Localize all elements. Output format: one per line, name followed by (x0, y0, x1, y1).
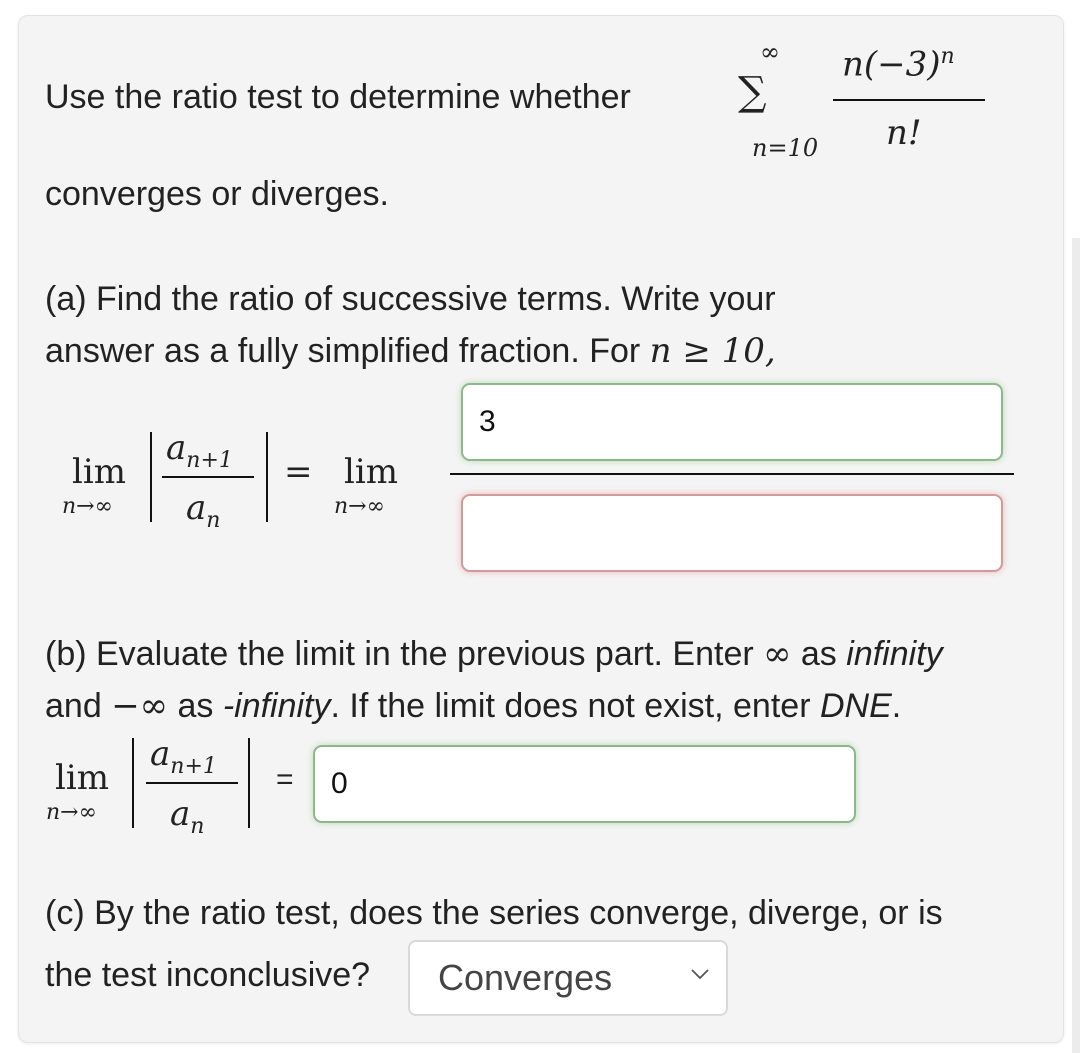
convergence-select-value: Converges (438, 957, 613, 998)
series-lower-limit: n=10 (752, 134, 818, 162)
part-b-abs-left (132, 738, 134, 828)
part-b-period: . (891, 687, 902, 725)
part-b-line2-mid: . If the limit does not exist, enter (330, 687, 820, 725)
part-a-abs-left (150, 432, 152, 522)
part-b-infinity-word: infinity (846, 635, 943, 673)
series-upper-limit: ∞ (760, 38, 780, 66)
part-b-line2: and −∞ as -infinity. If the limit does n… (45, 686, 901, 727)
part-b-line1: (b) Evaluate the limit in the previous p… (45, 634, 943, 675)
part-a-ratio-num-a: a (166, 428, 187, 468)
question-intro: Use the ratio test to determine whether (45, 78, 631, 116)
part-a-condition: n ≥ 10, (649, 331, 776, 371)
convergence-select[interactable]: Converges (408, 940, 728, 1016)
part-b-as2: as (168, 687, 223, 725)
series-fraction-bar (833, 99, 985, 101)
part-b-lim: lim (55, 758, 109, 798)
series-numerator: n(−3)n (842, 44, 955, 84)
part-b-ratio-num-sub: n+1 (170, 753, 217, 779)
part-a-ratio-num-sub: n+1 (186, 447, 233, 473)
part-a-lim2-sub: n→∞ (334, 494, 385, 519)
part-a-abs-right (266, 432, 268, 522)
series-numerator-base: n(−3) (842, 44, 941, 85)
part-b-line1-text: (b) Evaluate the limit in the previous p… (45, 635, 764, 673)
part-b-ratio-bar (146, 782, 238, 784)
part-a-ratio-den-sub: n (206, 507, 221, 533)
sigma-symbol: ∑ (738, 69, 767, 115)
part-b-abs-right (248, 738, 250, 828)
part-b-dne: DNE (819, 687, 892, 725)
series-lower-text: n=10 (752, 134, 819, 162)
chevron-down-icon (691, 969, 709, 980)
part-a-lim-sub: n→∞ (62, 494, 113, 519)
infinity-symbol: ∞ (763, 634, 792, 674)
part-b-equals: = (276, 763, 294, 796)
series-numerator-exp: n (940, 44, 955, 69)
part-b-ratio-num: an+1 (150, 734, 217, 779)
scrollbar[interactable] (1072, 238, 1080, 1053)
limit-answer-input[interactable]: 0 (313, 745, 856, 823)
part-a-equals: = (284, 452, 313, 492)
part-b-ratio-den-sub: n (190, 813, 205, 839)
part-b-ratio-den-a: a (170, 794, 191, 834)
part-a-lim2: lim (344, 452, 398, 492)
part-a-ratio-den: an (186, 488, 220, 533)
part-b-as: as (791, 635, 847, 673)
part-c-line2: the test inconclusive? (45, 956, 371, 994)
series-denominator: n! (886, 113, 922, 153)
part-a-ratio-den-a: a (186, 488, 207, 528)
neg-infinity-symbol: −∞ (111, 686, 168, 726)
part-a-line2: answer as a fully simplified fraction. F… (45, 331, 776, 372)
part-b-ratio-num-a: a (150, 734, 171, 774)
part-b-and: and (45, 687, 112, 725)
part-b-lim-sub: n→∞ (46, 800, 97, 825)
part-a-ratio-bar (162, 476, 254, 478)
part-a-line2-text: answer as a fully simplified fraction. F… (45, 332, 650, 370)
part-c-line1: (c) By the ratio test, does the series c… (45, 894, 943, 932)
part-a-ratio-num: an+1 (166, 428, 233, 473)
part-b-neginfinity-word: -infinity (222, 687, 331, 725)
answer-fraction-bar (450, 473, 1014, 475)
denominator-input[interactable] (461, 494, 1003, 572)
question-intro-tail: converges or diverges. (45, 175, 389, 213)
part-a-lim: lim (72, 452, 126, 492)
part-b-ratio-den: an (170, 794, 204, 839)
numerator-input[interactable]: 3 (461, 383, 1003, 461)
part-a-line1: (a) Find the ratio of successive terms. … (45, 280, 776, 318)
